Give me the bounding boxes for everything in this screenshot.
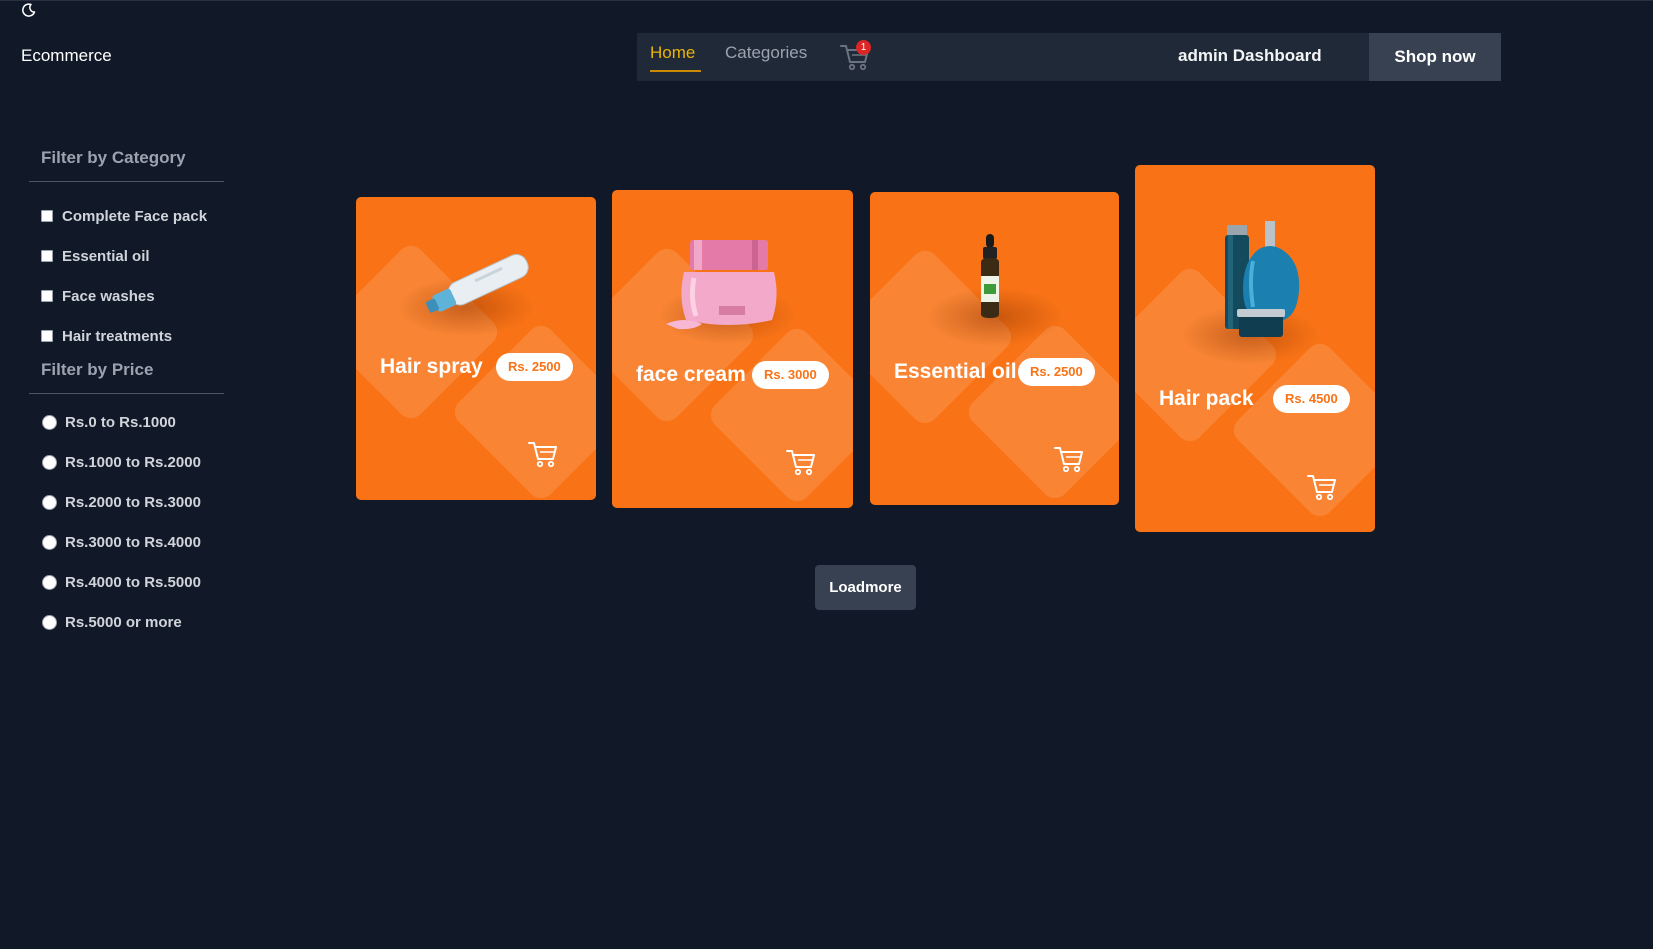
face-cream-image	[664, 238, 794, 338]
price-option[interactable]: Rs.1000 to Rs.2000	[29, 442, 224, 482]
top-border	[0, 0, 1653, 1]
price-option[interactable]: Rs.2000 to Rs.3000	[29, 482, 224, 522]
price-radio[interactable]	[42, 614, 57, 630]
price-radio[interactable]	[42, 534, 57, 550]
price-label: Rs.4000 to Rs.5000	[65, 573, 201, 591]
product-card[interactable]: face cream Rs. 3000	[612, 190, 853, 508]
category-checkbox[interactable]	[41, 210, 53, 222]
category-label: Essential oil	[62, 247, 150, 265]
category-option[interactable]: Face washes	[29, 276, 224, 316]
price-badge: Rs. 2500	[1018, 358, 1095, 386]
price-badge: Rs. 3000	[752, 361, 829, 389]
cart-count-badge: 1	[856, 40, 871, 55]
product-card[interactable]: Hair pack Rs. 4500	[1135, 165, 1375, 532]
product-name: Essential oil	[894, 360, 1017, 383]
cart-icon[interactable]	[1307, 473, 1337, 501]
price-radio[interactable]	[42, 454, 57, 470]
price-filter-list: Rs.0 to Rs.1000 Rs.1000 to Rs.2000 Rs.20…	[29, 402, 224, 642]
product-name: face cream	[636, 363, 746, 386]
filter-sidebar: Filter by Category Complete Face pack Es…	[29, 148, 224, 642]
admin-dashboard-link[interactable]: admin Dashboard	[1178, 46, 1322, 66]
price-label: Rs.1000 to Rs.2000	[65, 453, 201, 471]
category-label: Complete Face pack	[62, 207, 208, 225]
price-label: Rs.0 to Rs.1000	[65, 413, 176, 431]
nav-home[interactable]: Home	[650, 43, 695, 63]
cart-icon[interactable]	[528, 440, 558, 468]
product-name: Hair pack	[1159, 387, 1254, 410]
price-label: Rs.3000 to Rs.4000	[65, 533, 201, 551]
category-option[interactable]: Essential oil	[29, 236, 224, 276]
brand-logo[interactable]: Ecommerce	[21, 46, 112, 66]
product-card[interactable]: Essential oil Rs. 2500	[870, 192, 1119, 505]
price-radio[interactable]	[42, 574, 57, 590]
active-underline	[650, 70, 701, 72]
category-option[interactable]: Hair treatments	[29, 316, 224, 356]
price-option[interactable]: Rs.0 to Rs.1000	[29, 402, 224, 442]
price-label: Rs.2000 to Rs.3000	[65, 493, 201, 511]
price-option[interactable]: Rs.4000 to Rs.5000	[29, 562, 224, 602]
category-label: Hair treatments	[62, 327, 173, 345]
category-label: Face washes	[62, 287, 155, 305]
essential-oil-image	[974, 234, 1006, 323]
nav-categories[interactable]: Categories	[725, 43, 807, 63]
divider	[29, 393, 224, 394]
cart-icon[interactable]	[1054, 445, 1084, 473]
shop-now-button[interactable]: Shop now	[1369, 33, 1501, 81]
product-name: Hair spray	[380, 355, 483, 378]
category-filter-list: Complete Face pack Essential oil Face wa…	[29, 196, 224, 356]
filter-category-title: Filter by Category	[41, 148, 186, 167]
filter-price-title: Filter by Price	[41, 360, 154, 379]
price-radio[interactable]	[42, 494, 57, 510]
cart-icon[interactable]	[786, 448, 816, 476]
product-card[interactable]: Hair spray Rs. 2500	[356, 197, 596, 500]
price-label: Rs.5000 or more	[65, 613, 182, 631]
price-badge: Rs. 4500	[1273, 385, 1350, 413]
price-option[interactable]: Rs.5000 or more	[29, 602, 224, 642]
category-checkbox[interactable]	[41, 290, 53, 302]
navbar: Home Categories 1 admin Dashboard Shop n…	[637, 33, 1501, 81]
moon-icon[interactable]	[21, 2, 37, 18]
divider	[29, 181, 224, 182]
price-option[interactable]: Rs.3000 to Rs.4000	[29, 522, 224, 562]
category-option[interactable]: Complete Face pack	[29, 196, 224, 236]
price-radio[interactable]	[42, 414, 57, 430]
hair-spray-image	[416, 247, 546, 322]
loadmore-button[interactable]: Loadmore	[815, 565, 916, 610]
category-checkbox[interactable]	[41, 330, 53, 342]
price-badge: Rs. 2500	[496, 353, 573, 381]
hair-pack-image	[1223, 221, 1309, 348]
category-checkbox[interactable]	[41, 250, 53, 262]
